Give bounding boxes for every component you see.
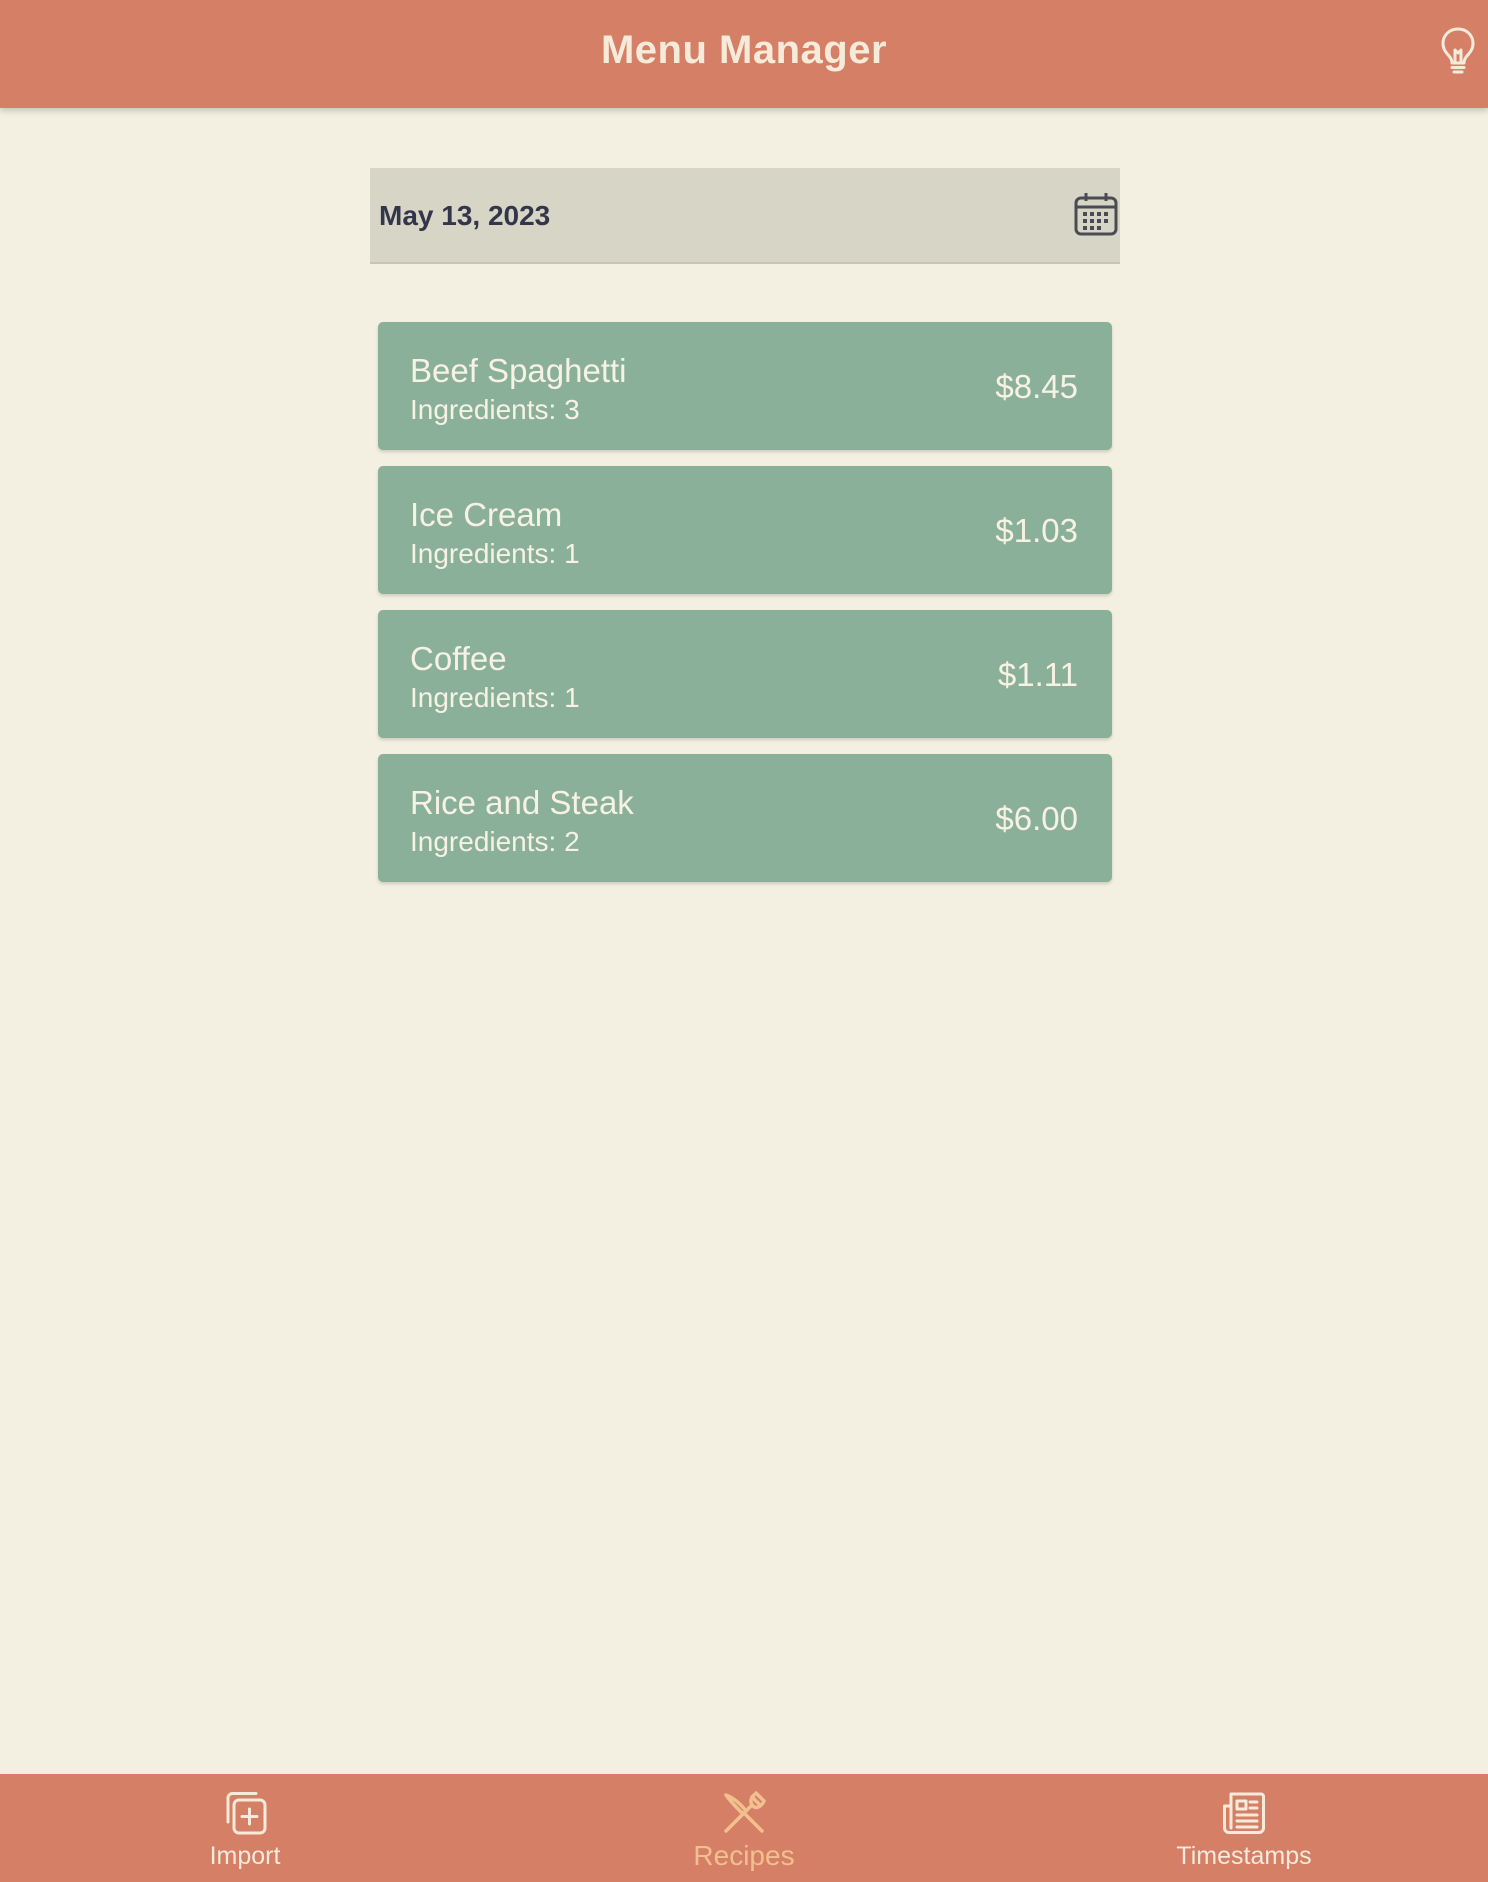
lightbulb-icon xyxy=(1440,26,1476,81)
recipe-ingredient-count: Ingredients: 1 xyxy=(410,538,580,569)
recipe-card[interactable]: Beef Spaghetti Ingredients: 3 $8.45 xyxy=(378,322,1112,450)
recipe-price: $1.03 xyxy=(995,512,1078,549)
recipe-ingredient-count: Ingredients: 2 xyxy=(410,826,580,857)
page-title: Menu Manager xyxy=(600,28,888,72)
recipe-name: Ice Cream xyxy=(410,496,563,533)
app-root: Menu Manager May 13, 2023 Beef Spaghetti… xyxy=(0,0,1488,1882)
recipe-card[interactable]: Rice and Steak Ingredients: 2 $6.00 xyxy=(378,754,1112,882)
tips-button[interactable] xyxy=(1432,24,1484,82)
recipe-price: $1.11 xyxy=(997,656,1078,693)
nav-tab-label: Recipes xyxy=(693,1840,795,1871)
add-copy-icon xyxy=(222,1790,268,1836)
calendar-icon xyxy=(1073,191,1119,242)
nav-tab-recipes[interactable]: Recipes xyxy=(634,1774,854,1882)
bottom-navigation: Import Recipes Timestamps xyxy=(0,1774,1488,1882)
recipe-ingredient-count: Ingredients: 3 xyxy=(410,394,580,425)
recipe-name: Beef Spaghetti xyxy=(410,352,627,389)
nav-tab-label: Import xyxy=(209,1842,281,1870)
recipe-name: Rice and Steak xyxy=(410,784,634,821)
nav-tab-label: Timestamps xyxy=(1176,1842,1312,1870)
recipe-price: $6.00 xyxy=(995,800,1078,837)
app-header: Menu Manager xyxy=(0,0,1488,108)
nav-tab-timestamps[interactable]: Timestamps xyxy=(1134,1774,1354,1882)
recipe-price: $8.45 xyxy=(995,368,1078,405)
newspaper-icon xyxy=(1221,1790,1267,1836)
calendar-button[interactable] xyxy=(1072,192,1120,240)
recipe-card[interactable]: Ice Cream Ingredients: 1 $1.03 xyxy=(378,466,1112,594)
recipe-list: Beef Spaghetti Ingredients: 3 $8.45 Ice … xyxy=(378,322,1112,898)
date-value: May 13, 2023 xyxy=(379,200,551,231)
nav-tab-import[interactable]: Import xyxy=(135,1774,355,1882)
fork-knife-icon xyxy=(720,1790,768,1836)
date-picker-field[interactable]: May 13, 2023 xyxy=(370,168,1120,264)
recipe-ingredient-count: Ingredients: 1 xyxy=(410,682,580,713)
recipe-card[interactable]: Coffee Ingredients: 1 $1.11 xyxy=(378,610,1112,738)
recipe-name: Coffee xyxy=(410,640,507,677)
